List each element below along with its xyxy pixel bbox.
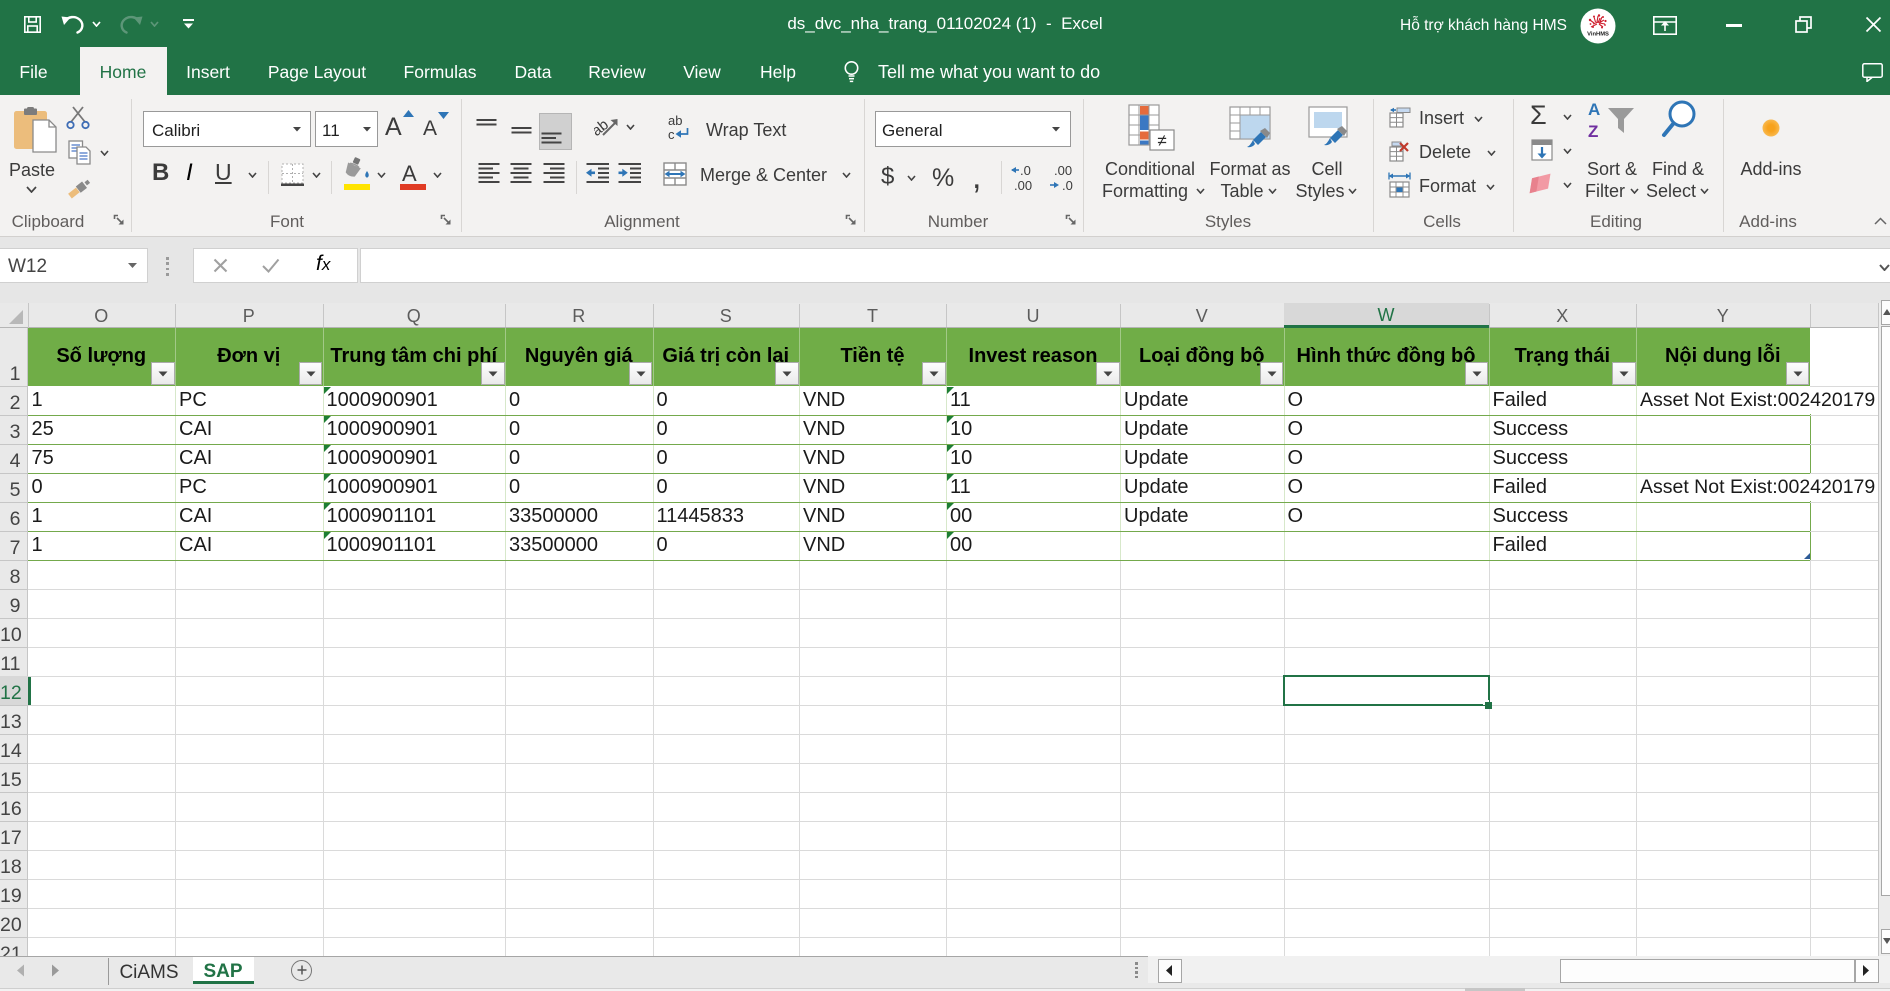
svg-text:ab: ab [668,114,682,128]
svg-text:c: c [668,127,675,142]
svg-text:≠: ≠ [1157,131,1166,150]
svg-text:Z: Z [1588,122,1598,141]
svg-text:A: A [1588,100,1600,119]
svg-text:VinHMS: VinHMS [1587,32,1609,38]
